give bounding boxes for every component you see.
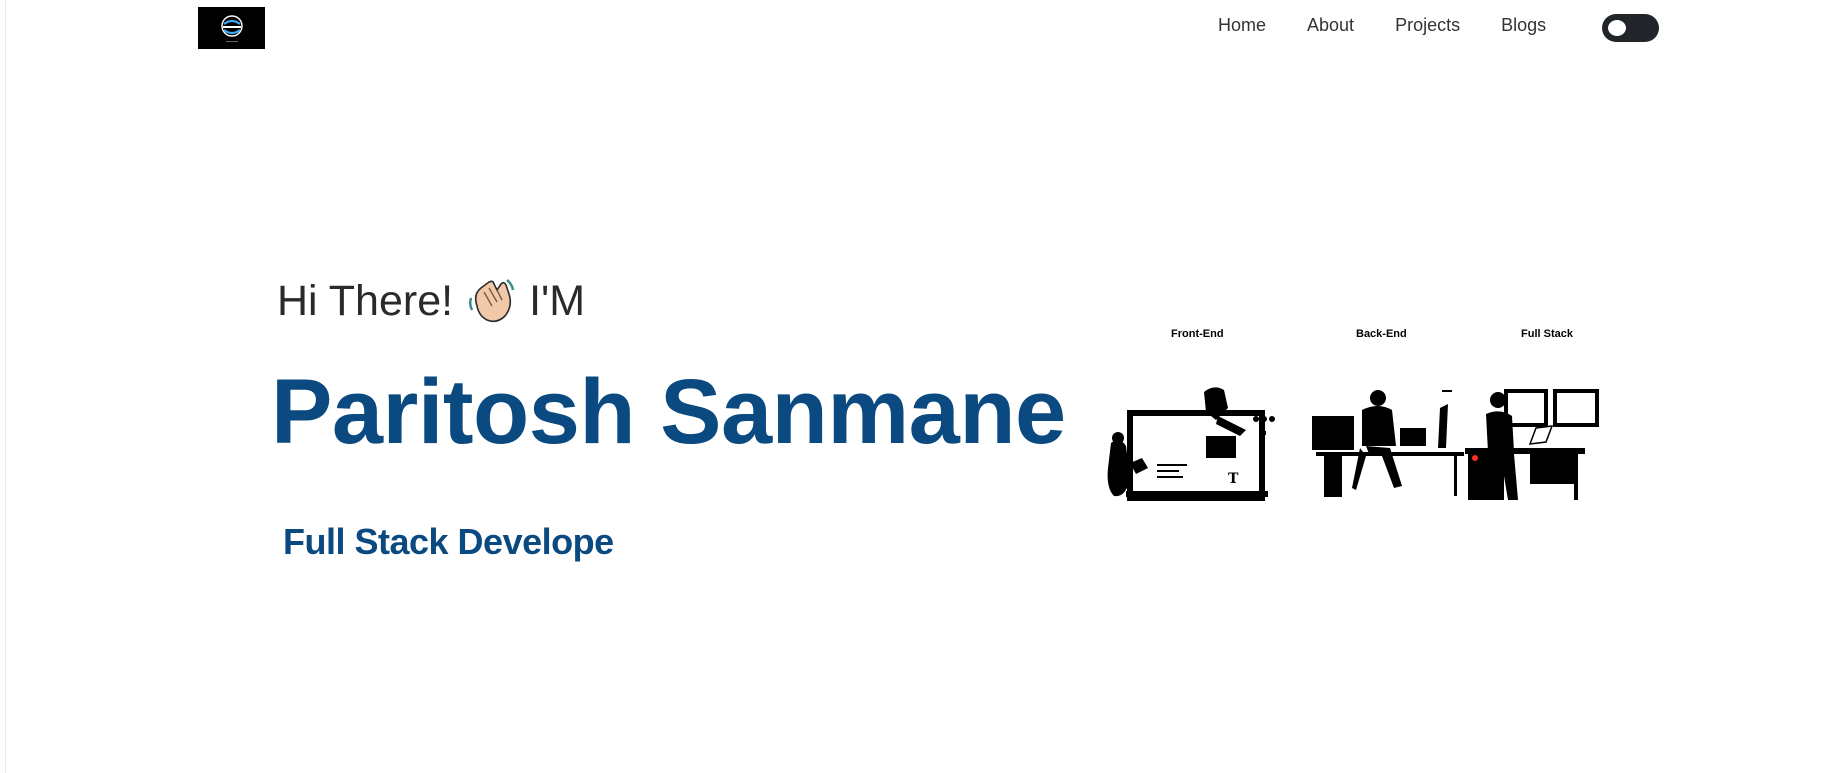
logo[interactable] [198, 7, 265, 49]
navbar: Home About Projects Blogs [0, 0, 1829, 52]
theme-toggle-knob [1608, 20, 1626, 36]
front-end-scene: T [1107, 387, 1275, 501]
nav-projects-link[interactable]: Projects [1395, 13, 1460, 37]
full-stack-scene [1465, 389, 1599, 500]
hero-role: Full Stack Develope [283, 521, 614, 562]
page: Home About Projects Blogs Hi There! I'M … [0, 0, 1829, 773]
logo-icon [220, 15, 243, 42]
waving-hand-icon [469, 279, 515, 323]
svg-text:T: T [1228, 471, 1239, 487]
greeting: Hi There! I'M [277, 276, 585, 326]
back-end-scene [1312, 390, 1464, 497]
greeting-suffix: I'M [529, 276, 586, 325]
nav-links: Home About Projects Blogs [1218, 13, 1546, 37]
nav-blogs-link[interactable]: Blogs [1501, 13, 1546, 37]
theme-toggle[interactable] [1602, 14, 1659, 42]
hero-name: Paritosh Sanmane [271, 361, 1066, 463]
left-divider [5, 0, 6, 773]
nav-about-link[interactable]: About [1307, 13, 1354, 37]
nav-home-link[interactable]: Home [1218, 13, 1266, 37]
developer-scenes-graphic: T [1107, 387, 1599, 501]
developer-illustration: Front-End Back-End Full Stack T [1090, 328, 1630, 513]
greeting-prefix: Hi There! [277, 276, 454, 325]
